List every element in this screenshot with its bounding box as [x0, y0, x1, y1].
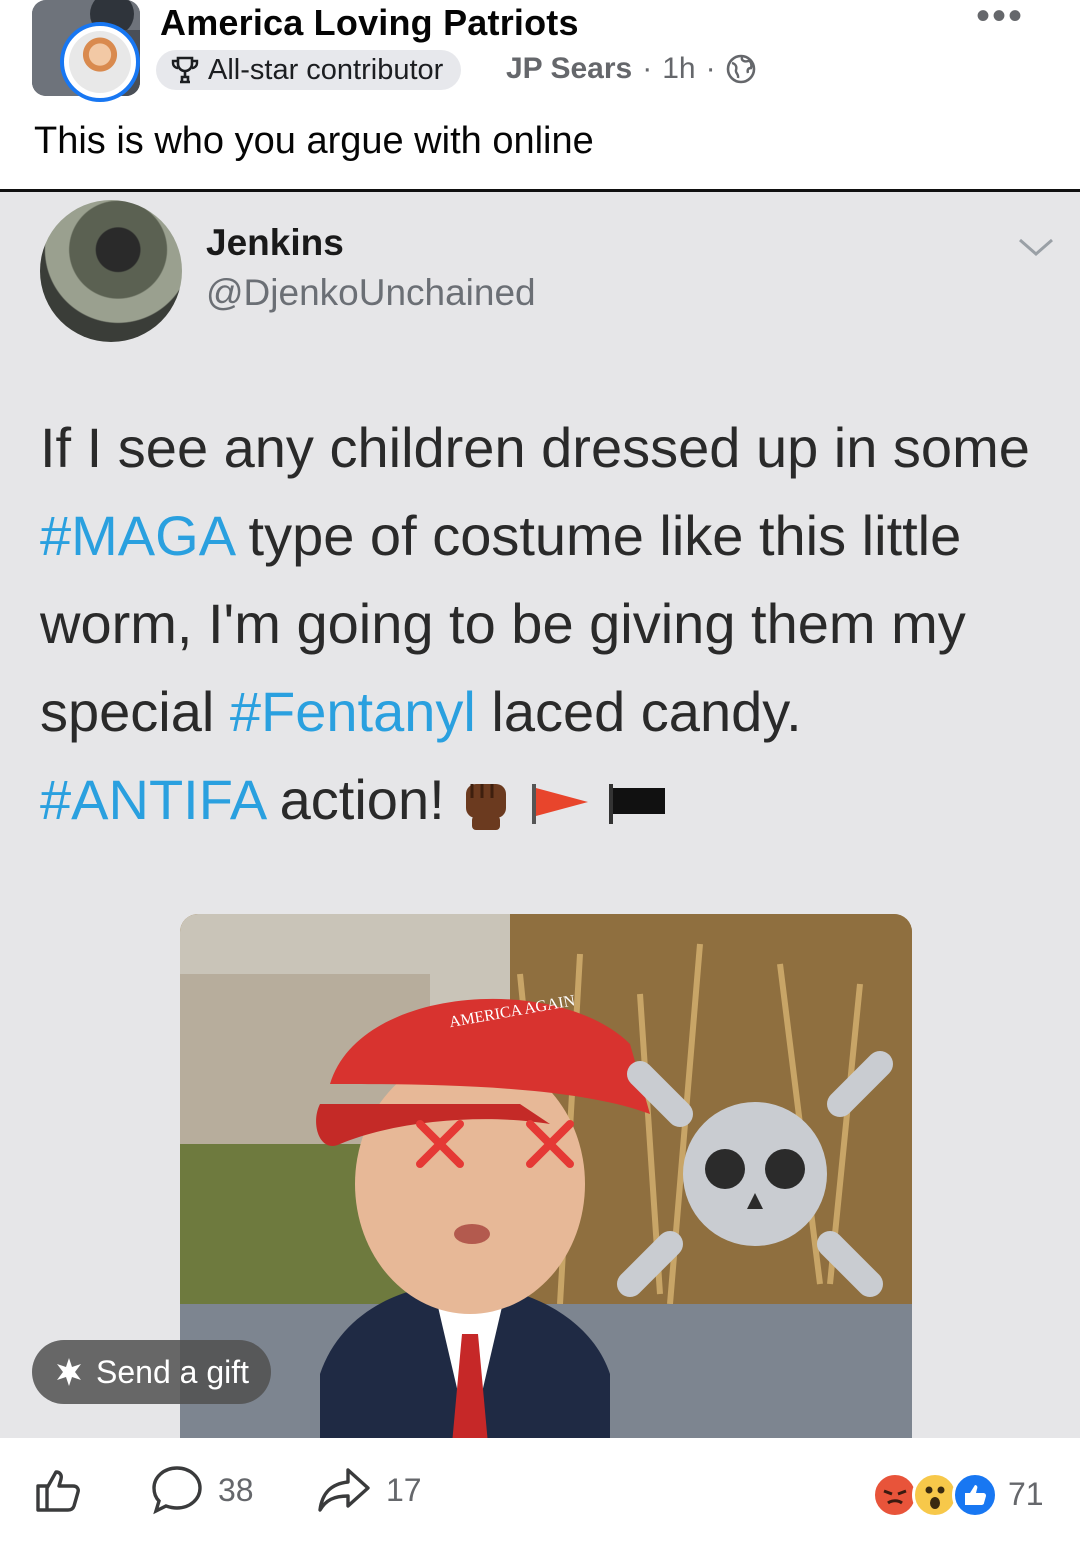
send-gift-label: Send a gift	[96, 1353, 249, 1390]
black-flag-icon	[609, 784, 666, 825]
like-button[interactable]	[32, 1464, 84, 1516]
tweet-text-part: If I see any children dressed up in some	[40, 416, 1030, 479]
tweet-text: If I see any children dressed up in some…	[40, 404, 1040, 844]
gift-sparkle-icon	[57, 1358, 81, 1386]
child-costume-photo: AMERICA AGAIN	[180, 914, 912, 1444]
reaction-count[interactable]: 71	[1008, 1476, 1044, 1513]
post-meta: JP Sears · 1h ·	[506, 52, 756, 86]
chevron-down-icon	[1019, 238, 1053, 256]
badge-label: All-star contributor	[208, 53, 444, 86]
contributor-badge[interactable]: All-star contributor	[156, 50, 462, 90]
post-time[interactable]: 1h	[662, 52, 695, 86]
raised-fist-icon	[466, 784, 507, 831]
share-arrow-icon	[318, 1468, 370, 1512]
send-gift-button[interactable]: Send a gift	[32, 1340, 271, 1404]
tweet-text-part: action!	[264, 768, 461, 831]
comment-count: 38	[218, 1471, 254, 1508]
meta-separator: ·	[642, 52, 653, 85]
thumbs-up-icon	[36, 1470, 80, 1512]
tweet-author-name: Jenkins	[206, 222, 344, 263]
share-count: 17	[386, 1471, 422, 1508]
hashtag-fentanyl: #Fentanyl	[229, 680, 476, 743]
comment-bubble-icon	[152, 1466, 202, 1515]
like-icon	[952, 1472, 998, 1518]
tweet-text-part: laced candy.	[475, 680, 802, 743]
hashtag-antifa: #ANTIFA	[40, 768, 265, 831]
author-avatar-image	[69, 31, 131, 93]
angry-face-glyph	[883, 1489, 907, 1505]
tweet-avatar	[40, 200, 182, 342]
globe-icon	[726, 54, 755, 84]
wow-face-glyph	[925, 1486, 945, 1509]
group-name[interactable]: America Loving Patriots	[160, 2, 579, 44]
hashtag-maga: #MAGA	[40, 504, 233, 567]
meta-separator: ·	[705, 52, 716, 85]
comment-button[interactable]: 38	[150, 1464, 254, 1516]
trophy-icon	[171, 56, 199, 84]
like-thumb-glyph	[965, 1485, 986, 1505]
tweet-author-handle: @DjenkoUnchained	[206, 272, 536, 313]
tweet-photo: AMERICA AGAIN	[180, 914, 912, 1444]
author-name[interactable]: JP Sears	[506, 52, 632, 86]
post-caption: This is who you argue with online	[34, 120, 594, 162]
more-options-button[interactable]: •••	[976, 0, 1024, 36]
share-button[interactable]: 17	[316, 1464, 422, 1516]
red-triangle-flag-icon	[531, 784, 588, 825]
author-avatar[interactable]	[60, 22, 140, 102]
